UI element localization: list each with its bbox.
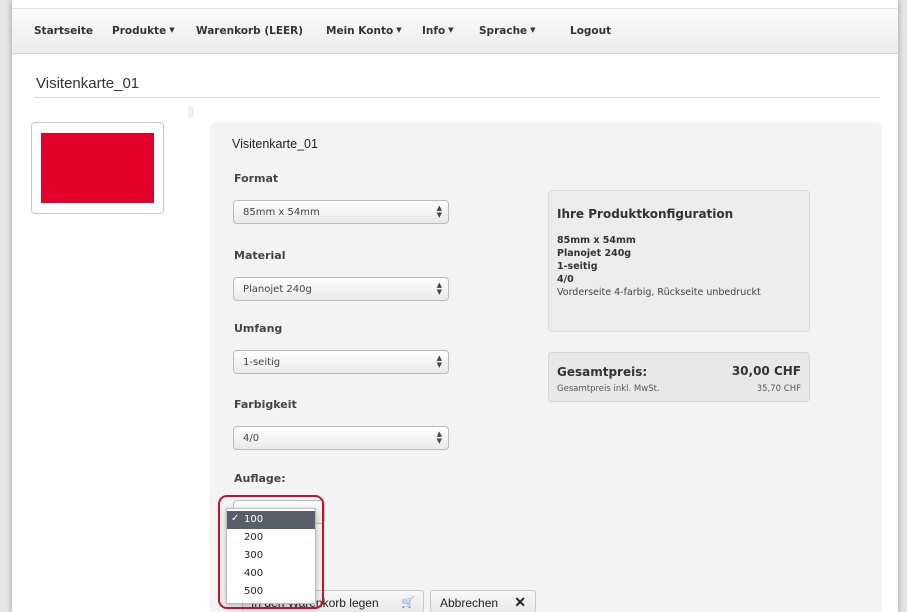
material-label: Material [234, 249, 286, 262]
summary-format: 85mm x 54mm [557, 235, 636, 246]
browser-frame: Startseite Produkte ▼ Warenkorb (LEER) Me… [12, 0, 898, 612]
summary-material: Planojet 240g [557, 248, 632, 259]
title-divider [34, 97, 880, 98]
product-thumbnail[interactable] [31, 122, 164, 214]
price-incl-vat-value: 35,70 CHF [756, 384, 801, 394]
summary-title: Ihre Produktkonfiguration [557, 207, 734, 221]
summary-farbigkeit: 4/0 [557, 274, 574, 285]
chevron-down-icon: ▼ [530, 26, 536, 34]
umfang-label: Umfang [234, 322, 283, 335]
main-navigation: Startseite Produkte ▼ Warenkorb (LEER) Me… [12, 8, 898, 54]
farbigkeit-select-value: 4/0 [243, 433, 260, 444]
price-incl-vat-label: Gesamtpreis inkl. MwSt. [557, 384, 660, 394]
summary-description: Vorderseite 4-farbig, Rückseite unbedruc… [557, 287, 761, 298]
nav-sprache[interactable]: Sprache ▼ [479, 25, 536, 37]
total-price-value: 30,00 CHF [731, 364, 801, 378]
product-name: Visitenkarte_01 [232, 137, 318, 151]
cart-icon: 🛒 [401, 597, 415, 609]
farbigkeit-label: Farbigkeit [234, 398, 297, 411]
umfang-select-value: 1-seitig [243, 357, 281, 368]
chevron-down-icon: ▼ [169, 26, 175, 34]
nav-produkte[interactable]: Produkte ▼ [112, 25, 175, 37]
total-price-label: Gesamtpreis: [557, 365, 648, 379]
nav-info[interactable]: Info ▼ [422, 25, 454, 37]
auflage-label: Auflage: [234, 472, 286, 485]
page-title: Visitenkarte_01 [36, 75, 140, 92]
umfang-select[interactable]: 1-seitig ▲ ▼ [233, 350, 449, 374]
format-select[interactable]: 85mm x 54mm ▲ ▼ [233, 200, 449, 224]
format-select-value: 85mm x 54mm [243, 207, 320, 218]
nav-logout[interactable]: Logout [570, 25, 611, 37]
material-select[interactable]: Planojet 240g ▲ ▼ [233, 277, 449, 301]
select-arrows-icon: ▲ ▼ [436, 204, 442, 219]
material-select-value: Planojet 240g [243, 284, 312, 295]
nav-warenkorb[interactable]: Warenkorb (LEER) [196, 25, 303, 37]
cancel-button[interactable]: Abbrechen ✕ [430, 590, 536, 612]
select-arrows-icon: ▲ ▼ [436, 281, 442, 296]
close-icon: ✕ [514, 594, 526, 610]
decorative-mark [188, 107, 194, 117]
summary-umfang: 1-seitig [557, 261, 598, 272]
cancel-label: Abbrechen [440, 596, 499, 610]
business-card-preview [41, 133, 154, 203]
farbigkeit-select[interactable]: 4/0 ▲ ▼ [233, 426, 449, 450]
chevron-down-icon: ▼ [396, 26, 402, 34]
format-label: Format [234, 172, 279, 185]
select-arrows-icon: ▲ ▼ [436, 354, 442, 369]
price-box: Gesamtpreis: 30,00 CHF Gesamtpreis inkl.… [548, 352, 810, 402]
chevron-down-icon: ▼ [448, 26, 454, 34]
nav-startseite[interactable]: Startseite [34, 25, 93, 37]
nav-mein-konto[interactable]: Mein Konto ▼ [326, 25, 402, 37]
select-arrows-icon: ▲ ▼ [436, 430, 442, 445]
configuration-summary: Ihre Produktkonfiguration 85mm x 54mm Pl… [548, 190, 810, 332]
highlight-annotation [218, 495, 324, 609]
